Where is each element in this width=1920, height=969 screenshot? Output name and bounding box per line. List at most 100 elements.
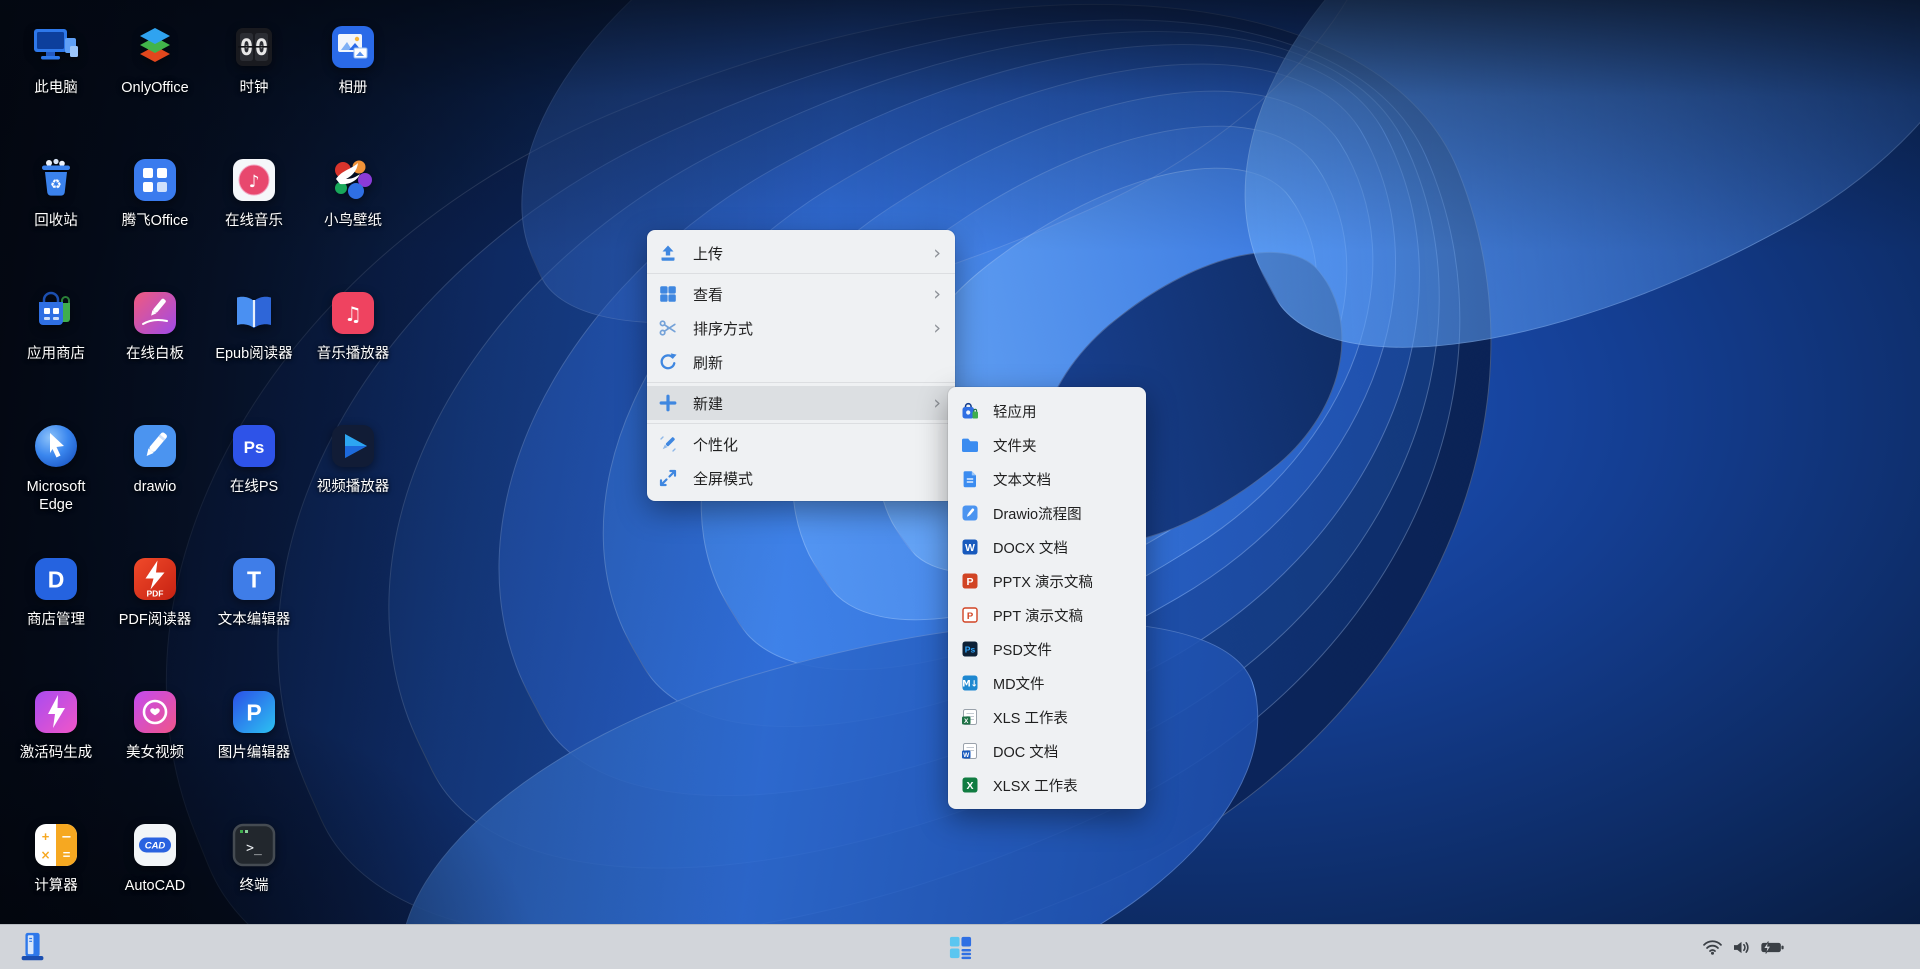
desktop-icon-pdf-reader[interactable]: PDFPDF阅读器 bbox=[107, 554, 203, 629]
xlsx-file-icon: X bbox=[960, 775, 980, 795]
desktop-icon-online-music[interactable]: ♪在线音乐 bbox=[206, 155, 302, 230]
music-player-icon: ♫ bbox=[328, 288, 378, 338]
submenu-item-xlsx-file[interactable]: XXLSX 工作表 bbox=[948, 768, 1146, 802]
submenu-item-text-file[interactable]: 文本文档 bbox=[948, 462, 1146, 496]
upload-icon bbox=[658, 243, 678, 263]
light-app-icon bbox=[960, 401, 980, 421]
taskbar-start-button[interactable] bbox=[14, 928, 52, 966]
text-file-icon bbox=[960, 469, 980, 489]
desktop-icon-tengfei-office[interactable]: 腾飞Office bbox=[107, 155, 203, 230]
desktop-icon-grid: 此电脑 OnlyOffice 00时钟相册 ♻回收站腾飞Office♪在线音乐小鸟壁纸… bbox=[8, 0, 488, 920]
desktop-icon-bird-wallpaper[interactable]: 小鸟壁纸 bbox=[305, 155, 401, 230]
submenu-item-ppt-file[interactable]: PPPT 演示文稿 bbox=[948, 598, 1146, 632]
context-menu-item-fullscreen[interactable]: 全屏模式 bbox=[647, 461, 955, 495]
desktop-icon-image-editor[interactable]: P图片编辑器 bbox=[206, 687, 302, 762]
desktop-icon-label: 小鸟壁纸 bbox=[324, 212, 382, 230]
desktop-icon-terminal[interactable]: >_终端 bbox=[206, 820, 302, 895]
desktop-icon-clock[interactable]: 00时钟 bbox=[206, 22, 302, 97]
submenu-item-psd-file[interactable]: PsPSD文件 bbox=[948, 632, 1146, 666]
battery-charging-icon[interactable] bbox=[1760, 941, 1785, 954]
pptx-file-icon: P bbox=[960, 571, 980, 591]
xls-file-icon: X bbox=[960, 707, 980, 727]
desktop-icon-label: 商店管理 bbox=[27, 611, 85, 629]
submenu-item-label: DOC 文档 bbox=[993, 741, 1058, 762]
doc-file-icon: W bbox=[960, 741, 980, 761]
calculator-icon: +×−= bbox=[31, 820, 81, 870]
svg-text:Ps: Ps bbox=[965, 645, 976, 655]
video-player-icon bbox=[328, 421, 378, 471]
system-tray bbox=[1702, 939, 1785, 955]
fullscreen-icon bbox=[658, 468, 678, 488]
desktop-icon-label: Epub阅读器 bbox=[215, 345, 292, 363]
desktop-icon-autocad[interactable]: CADAutoCAD bbox=[107, 820, 203, 895]
desktop-icon-this-pc[interactable]: 此电脑 bbox=[8, 22, 104, 97]
desktop-surface[interactable]: 此电脑 OnlyOffice 00时钟相册 ♻回收站腾飞Office♪在线音乐小鸟壁纸… bbox=[0, 0, 1920, 969]
desktop-icon-music-player[interactable]: ♫音乐播放器 bbox=[305, 288, 401, 363]
desktop-icon-video-player[interactable]: 视频播放器 bbox=[305, 421, 401, 496]
submenu-item-drawio-file[interactable]: Drawio流程图 bbox=[948, 496, 1146, 530]
desktop-icon-calculator[interactable]: +×−=计算器 bbox=[8, 820, 104, 895]
volume-icon[interactable] bbox=[1732, 940, 1751, 955]
desktop-icon-whiteboard[interactable]: 在线白板 bbox=[107, 288, 203, 363]
desktop-icon-app-store[interactable]: 应用商店 bbox=[8, 288, 104, 363]
desktop-icon-activation-code[interactable]: 激活码生成 bbox=[8, 687, 104, 762]
svg-text:♪: ♪ bbox=[249, 172, 260, 192]
context-menu-item-new-plus[interactable]: 新建› bbox=[647, 386, 955, 420]
store-manager-icon: D bbox=[31, 554, 81, 604]
chevron-right-icon: › bbox=[933, 285, 941, 304]
submenu-item-xls-file[interactable]: XXLS 工作表 bbox=[948, 700, 1146, 734]
online-music-icon: ♪ bbox=[229, 155, 279, 205]
desktop-icon-photo-album[interactable]: 相册 bbox=[305, 22, 401, 97]
desktop-icon-label: 在线PS bbox=[230, 478, 278, 496]
svg-text:T: T bbox=[247, 567, 261, 593]
autocad-icon: CAD bbox=[130, 820, 180, 870]
this-pc-icon bbox=[31, 22, 81, 72]
submenu-item-label: 轻应用 bbox=[993, 401, 1037, 422]
desktop-icon-beauty-video[interactable]: 美女视频 bbox=[107, 687, 203, 762]
context-menu-item-upload[interactable]: 上传› bbox=[647, 236, 955, 270]
recycle-bin-icon: ♻ bbox=[31, 155, 81, 205]
desktop-icon-text-editor[interactable]: T文本编辑器 bbox=[206, 554, 302, 629]
context-menu-item-label: 查看 bbox=[693, 284, 723, 305]
desktop-icon-edge[interactable]: Microsoft Edge bbox=[8, 421, 104, 514]
desktop-icon-drawio[interactable]: drawio bbox=[107, 421, 203, 496]
ppt-file-icon: P bbox=[960, 605, 980, 625]
drawio-icon bbox=[130, 421, 180, 471]
submenu-item-light-app[interactable]: 轻应用 bbox=[948, 394, 1146, 428]
desktop-icon-online-ps[interactable]: Ps 在线PS bbox=[206, 421, 302, 496]
context-menu-item-view-grid[interactable]: 查看 › bbox=[647, 277, 955, 311]
online-ps-icon: Ps bbox=[229, 421, 279, 471]
taskbar-app-launcher-button[interactable] bbox=[941, 928, 979, 966]
context-menu-item-sort[interactable]: 排序方式› bbox=[647, 311, 955, 345]
context-menu-item-refresh[interactable]: 刷新 bbox=[647, 345, 955, 379]
desktop-icon-recycle-bin[interactable]: ♻回收站 bbox=[8, 155, 104, 230]
edge-icon bbox=[31, 421, 81, 471]
submenu-item-docx-file[interactable]: WDOCX 文档 bbox=[948, 530, 1146, 564]
desktop-icon-label: 此电脑 bbox=[34, 79, 78, 97]
context-menu-item-personalize[interactable]: 个性化 bbox=[647, 427, 955, 461]
svg-text:CAD: CAD bbox=[145, 841, 166, 852]
desktop-icon-label: OnlyOffice bbox=[121, 79, 188, 97]
wifi-icon[interactable] bbox=[1702, 939, 1723, 955]
docx-file-icon: W bbox=[960, 537, 980, 557]
desktop-icon-store-manager[interactable]: D 商店管理 bbox=[8, 554, 104, 629]
submenu-item-pptx-file[interactable]: PPPTX 演示文稿 bbox=[948, 564, 1146, 598]
desktop-icon-label: 图片编辑器 bbox=[218, 744, 291, 762]
epub-reader-icon bbox=[229, 288, 279, 338]
psd-file-icon: Ps bbox=[960, 639, 980, 659]
desktop-icon-epub-reader[interactable]: Epub阅读器 bbox=[206, 288, 302, 363]
submenu-item-doc-file[interactable]: W DOC 文档 bbox=[948, 734, 1146, 768]
submenu-item-folder[interactable]: 文件夹 bbox=[948, 428, 1146, 462]
desktop-icon-label: 相册 bbox=[339, 79, 368, 97]
sort-icon bbox=[658, 318, 678, 338]
svg-text:>_: >_ bbox=[246, 841, 262, 856]
desktop-icon-onlyoffice[interactable]: OnlyOffice bbox=[107, 22, 203, 97]
menu-separator bbox=[647, 382, 955, 383]
menu-separator bbox=[647, 273, 955, 274]
context-menu-item-label: 个性化 bbox=[693, 434, 738, 455]
desktop-icon-label: 美女视频 bbox=[126, 744, 184, 762]
desktop-icon-label: 应用商店 bbox=[27, 345, 85, 363]
submenu-item-md-file[interactable]: M↓MD文件 bbox=[948, 666, 1146, 700]
svg-text:Ps: Ps bbox=[244, 438, 265, 457]
app-store-icon bbox=[31, 288, 81, 338]
